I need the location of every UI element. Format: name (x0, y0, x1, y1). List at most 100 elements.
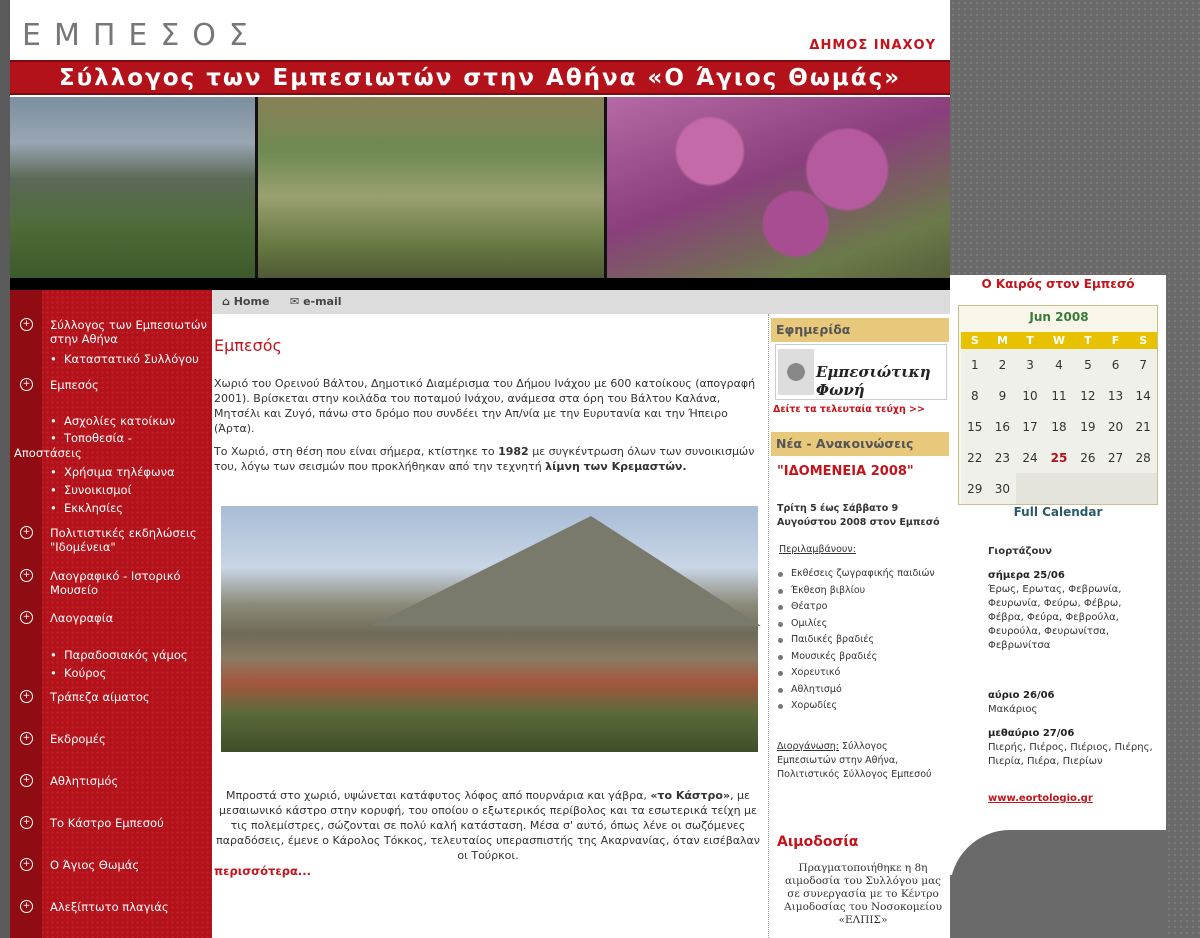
calendar-weekday: T (1016, 332, 1044, 349)
calendar-empty-cell (1074, 473, 1102, 504)
blood-donation-text: Πραγματοποιήθηκε η 8η αιμοδοσία του Συλλ… (784, 862, 942, 926)
calendar-day[interactable]: 18 (1043, 411, 1075, 442)
calendar-day[interactable]: 25 (1043, 442, 1075, 473)
nameday-tomorrow: αύριο 26/06 Μακάριος (988, 690, 1055, 715)
page-title: Εμπεσός (214, 336, 282, 355)
news-column: Εφημερίδα Εμπεσιώτικη Φωνή Δείτε τα τελε… (768, 314, 950, 938)
nav-sub-ekklisies[interactable]: Εκκλησίες (50, 501, 220, 515)
events-list: Εκθέσεις ζωγραφικής παιδιών Έκθεση βιβλί… (777, 566, 947, 715)
news-title: "ΙΔΟΜΕΝΕΙΑ 2008" (777, 464, 914, 479)
nav-bullet-icon: + (20, 900, 33, 913)
home-icon: ⌂ (222, 295, 230, 308)
top-link-bar: ⌂ Home ✉ e-mail (212, 290, 950, 314)
calendar-day[interactable]: 17 (1016, 411, 1044, 442)
calendar-day[interactable]: 15 (961, 411, 989, 442)
calendar-week-row: 29 30 (961, 473, 1157, 504)
calendar-day[interactable]: 10 (1016, 380, 1044, 411)
calendar-day[interactable]: 24 (1016, 442, 1044, 473)
nav-item-laografia[interactable]: + Λαογραφία (14, 611, 212, 625)
nav-item-mouseio[interactable]: + Λαογραφικό - Ιστορικό Μουσείο (14, 569, 212, 597)
nav-item-alexiptoto[interactable]: + Αλεξίπτωτο πλαγιάς (14, 900, 212, 914)
nav-item-ekdromes[interactable]: + Εκδρομές (14, 732, 212, 746)
nav-item-idomeneia[interactable]: + Πολιτιστικές εκδηλώσεις "Ιδομένεια" (14, 526, 212, 554)
site-logo[interactable]: ΕΜΠΕΣΟΣ (22, 18, 261, 53)
calendar-weekday: S (1129, 332, 1157, 349)
nav-item-agios-thomas[interactable]: + Ο Άγιος Θωμάς (14, 858, 212, 872)
calendar-day[interactable]: 1 (961, 349, 989, 380)
nav-bullet-icon: + (20, 690, 33, 703)
calendar-day[interactable]: 7 (1129, 349, 1157, 380)
calendar-day[interactable]: 28 (1129, 442, 1157, 473)
calendar-day[interactable]: 21 (1129, 411, 1157, 442)
home-link[interactable]: ⌂ Home (222, 295, 269, 308)
calendar-empty-cell (1129, 473, 1157, 504)
calendar-day[interactable]: 3 (1016, 349, 1044, 380)
calendar-day[interactable]: 30 (988, 473, 1017, 504)
newspaper-issues-link[interactable]: Δείτε τα τελευταία τεύχη >> (773, 404, 925, 415)
read-more-link[interactable]: περισσότερα... (214, 864, 311, 878)
nav-item-kastro[interactable]: + Το Κάστρο Εμπεσού (14, 816, 212, 830)
calendar-empty-cell (1101, 473, 1130, 504)
nav-item-syllogos[interactable]: + Σύλλογος των Εμπεσιωτών στην Αθήνα (14, 318, 212, 346)
calendar-week-row: 8 9 10 11 12 13 14 (961, 380, 1157, 411)
list-item: Χορωδίες (777, 698, 947, 715)
calendar-day[interactable]: 22 (961, 442, 989, 473)
list-item: Αθλητισμό (777, 682, 947, 699)
calendar-day[interactable]: 6 (1101, 349, 1130, 380)
calendar-day[interactable]: 16 (988, 411, 1017, 442)
calendar-day[interactable]: 20 (1101, 411, 1130, 442)
nav-bullet-icon: + (20, 732, 33, 745)
calendar-day[interactable]: 26 (1074, 442, 1102, 473)
calendar-day[interactable]: 11 (1043, 380, 1075, 411)
nav-sub-ascholies[interactable]: Ασχολίες κατοίκων (50, 414, 220, 428)
lake-photo (10, 97, 255, 278)
calendar-day[interactable]: 19 (1074, 411, 1102, 442)
nameday-heading: Γιορτάζουν (988, 546, 1052, 557)
calendar-weekday: F (1101, 332, 1130, 349)
weather-link[interactable]: Ο Καιρός στον Εμπεσό (950, 277, 1166, 291)
calendar-day[interactable]: 4 (1043, 349, 1075, 380)
nav-item-empesos[interactable]: + Εμπεσός (14, 378, 212, 392)
calendar-day[interactable]: 14 (1129, 380, 1157, 411)
municipality-label: ΔΗΜΟΣ ΙΝΑΧΟΥ (809, 38, 936, 53)
nav-sub-synoikismoi[interactable]: Συνοικισμοί (50, 483, 220, 497)
news-header: Νέα - Ανακοινώσεις (771, 432, 949, 456)
calendar-day[interactable]: 23 (988, 442, 1017, 473)
right-sidebar: Ο Καιρός στον Εμπεσό Jun 2008 SMTWTFS 12… (950, 275, 1166, 875)
newspaper-header: Εφημερίδα (771, 318, 949, 342)
nameday-today: σήμερα 25/06 Έρως, Ερωτας, Φεβρωνία, Φευρ… (988, 570, 1122, 651)
newspaper-banner[interactable]: Εμπεσιώτικη Φωνή (775, 344, 947, 400)
nav-sub-gamos[interactable]: Παραδοσιακός γάμος (50, 648, 220, 662)
organizer-text: Διοργάνωση: Σύλλογος Εμπεσιωτών στην Αθή… (777, 741, 932, 780)
newspaper-logo-art (778, 349, 814, 395)
nameday-after: μεθαύριο 27/06 Πιερής, Πιέρος, Πιέριος, Π… (988, 728, 1153, 767)
full-calendar-link[interactable]: Full Calendar (950, 505, 1166, 519)
calendar-weekday: M (988, 332, 1017, 349)
calendar-day[interactable]: 29 (961, 473, 989, 504)
history-paragraph: Το Χωριό, στη θέση που είναι σήμερα, κτί… (214, 445, 755, 473)
calendar-month: Jun 2008 (1029, 310, 1089, 324)
nav-item-athlitismos[interactable]: + Αθλητισμός (14, 774, 212, 788)
calendar-day[interactable]: 8 (961, 380, 989, 411)
calendar-weekday: W (1043, 332, 1075, 349)
nav-sub-apostaseis[interactable]: Αποστάσεις (14, 446, 82, 460)
includes-label: Περιλαμβάνουν: (779, 544, 856, 555)
nav-item-trapeza[interactable]: + Τράπεζα αίματος (14, 690, 212, 704)
eortologio-link[interactable]: www.eortologio.gr (988, 793, 1093, 804)
nav-sub-topothesia[interactable]: Τοποθεσία - (50, 431, 220, 445)
calendar-day[interactable]: 27 (1101, 442, 1130, 473)
nav-bullet-icon: + (20, 378, 33, 391)
castle-paragraph: Μπροστά στο χωριό, υψώνεται κατάφυτος λό… (216, 789, 760, 862)
nav-sub-tilefona[interactable]: Χρήσιμα τηλέφωνα (50, 465, 220, 479)
email-link[interactable]: ✉ e-mail (290, 295, 342, 308)
calendar-empty-cell (1016, 473, 1044, 504)
calendar-day[interactable]: 13 (1101, 380, 1130, 411)
calendar-day[interactable]: 9 (988, 380, 1017, 411)
calendar-day[interactable]: 12 (1074, 380, 1102, 411)
calendar-day[interactable]: 2 (988, 349, 1017, 380)
calendar-day[interactable]: 5 (1074, 349, 1102, 380)
calendar-week-row: 15 16 17 18 19 20 21 (961, 411, 1157, 442)
nav-sub-katastatiko[interactable]: Καταστατικό Συλλόγου (50, 352, 220, 366)
nav-sub-kouros[interactable]: Κούρος (50, 666, 220, 680)
envelope-icon: ✉ (290, 295, 300, 308)
